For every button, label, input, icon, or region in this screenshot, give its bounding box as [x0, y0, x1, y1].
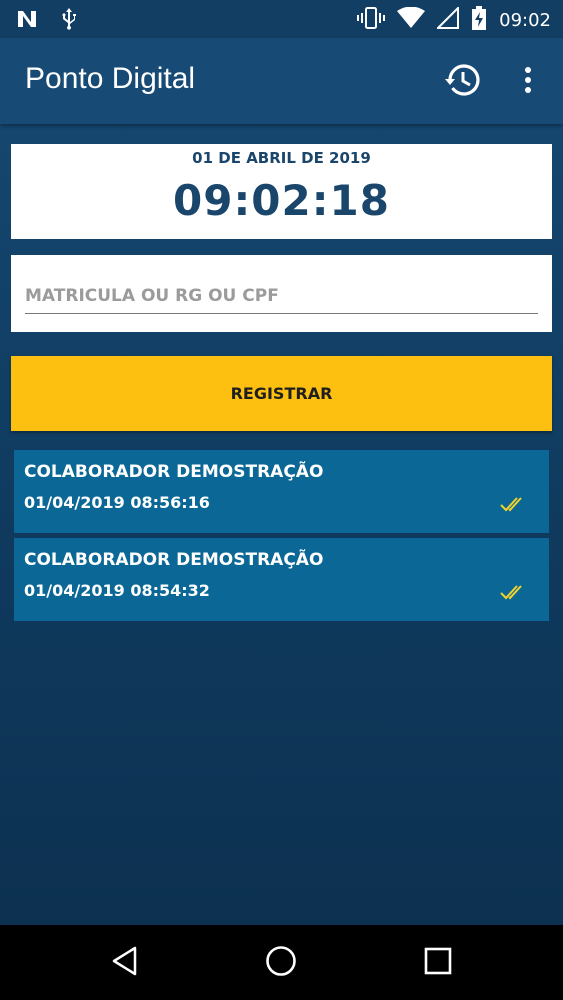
- record-timestamp: 01/04/2019 08:56:16: [24, 493, 210, 512]
- home-icon: [265, 945, 297, 981]
- current-date: 01 DE ABRIL DE 2019: [192, 149, 371, 167]
- record-name: COLABORADOR DEMOSTRAÇÃO: [24, 462, 324, 482]
- status-bar: 09:02: [0, 0, 563, 38]
- status-bar-notifications: [16, 7, 78, 35]
- clock-card: 01 DE ABRIL DE 2019 09:02:18: [11, 144, 552, 239]
- back-button[interactable]: [105, 943, 145, 983]
- history-button[interactable]: [443, 62, 483, 102]
- current-time: 09:02:18: [173, 176, 390, 225]
- home-button[interactable]: [261, 943, 301, 983]
- status-time: 09:02: [499, 9, 551, 31]
- battery-charging-icon: [471, 6, 487, 34]
- more-options-button[interactable]: [512, 62, 544, 102]
- record-item[interactable]: COLABORADOR DEMOSTRAÇÃO 01/04/2019 08:54…: [14, 538, 549, 621]
- n-notification-icon: [16, 8, 38, 34]
- recents-icon: [424, 947, 452, 979]
- status-bar-system: 09:02: [357, 5, 551, 34]
- record-item[interactable]: COLABORADOR DEMOSTRAÇÃO 01/04/2019 08:56…: [14, 450, 549, 533]
- record-timestamp: 01/04/2019 08:54:32: [24, 581, 210, 600]
- double-check-icon: [500, 495, 528, 517]
- app-title: Ponto Digital: [25, 62, 196, 95]
- id-input-card: [11, 255, 552, 332]
- record-name: COLABORADOR DEMOSTRAÇÃO: [24, 550, 324, 570]
- wifi-icon: [397, 6, 426, 33]
- usb-icon: [60, 7, 78, 35]
- history-icon: [445, 62, 481, 102]
- register-button[interactable]: REGISTRAR: [11, 356, 552, 431]
- id-input[interactable]: [25, 279, 538, 314]
- signal-icon: [435, 5, 460, 33]
- recents-button[interactable]: [418, 943, 458, 983]
- more-vert-icon: [524, 66, 532, 98]
- double-check-icon: [500, 583, 528, 605]
- back-icon: [111, 946, 139, 980]
- navigation-bar: [0, 925, 563, 1000]
- vibrate-icon: [357, 6, 386, 34]
- app-bar: Ponto Digital: [0, 38, 563, 124]
